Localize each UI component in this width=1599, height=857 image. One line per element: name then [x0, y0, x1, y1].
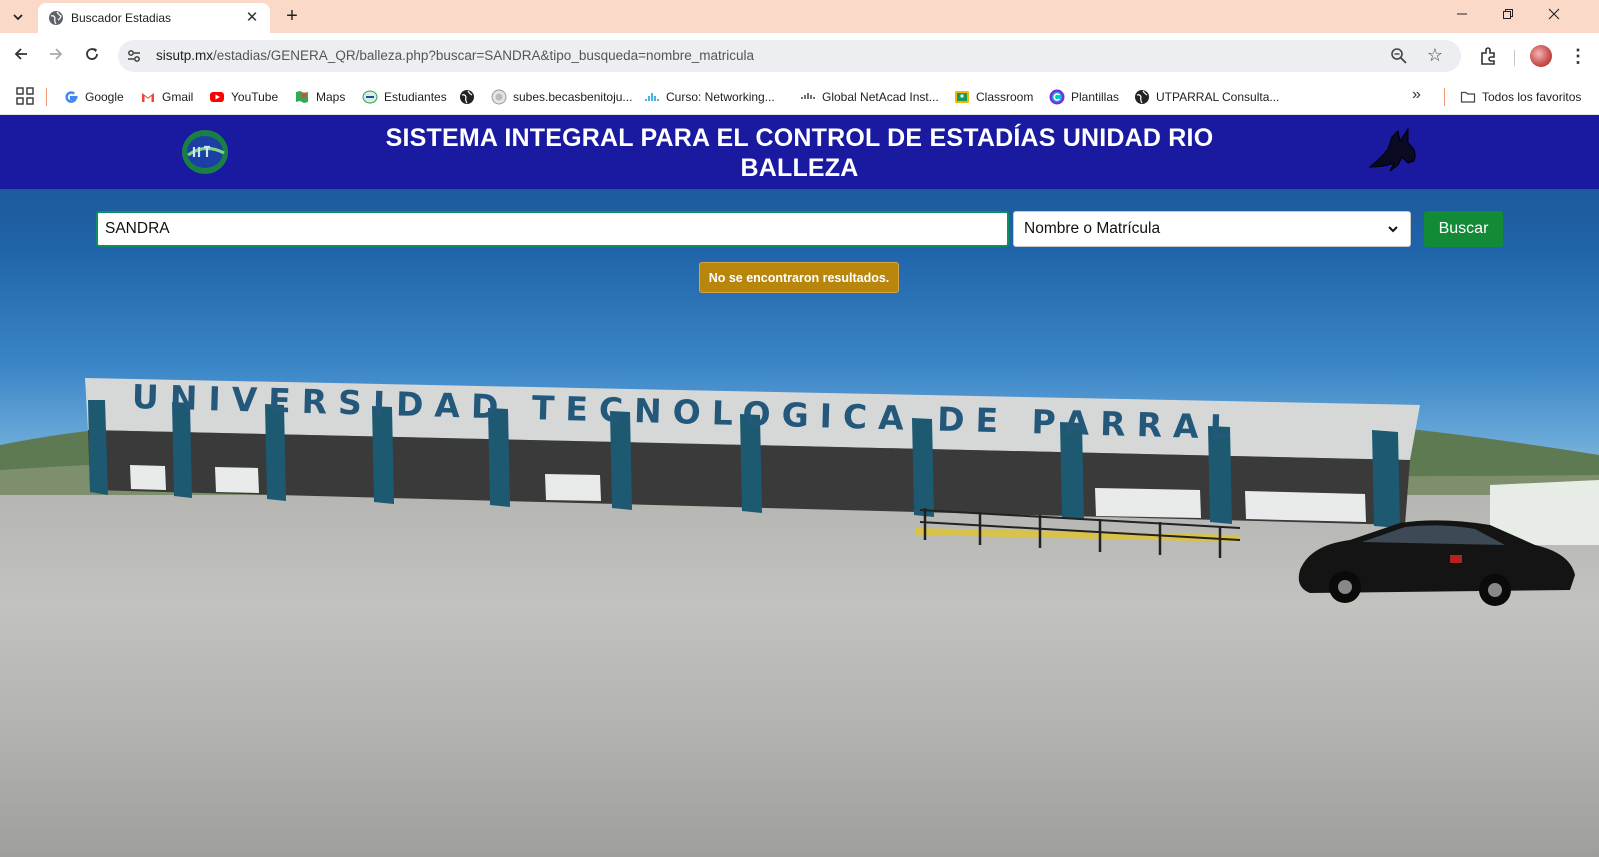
address-bar[interactable]: sisutp.mx/estadias/GENERA_QR/balleza.php…	[118, 40, 1461, 72]
tab-title: Buscador Estadias	[71, 11, 172, 25]
close-window-button[interactable]	[1531, 0, 1577, 30]
back-button[interactable]	[7, 42, 35, 70]
tab-search-button[interactable]	[6, 5, 30, 29]
close-tab-icon[interactable]: ✕	[242, 8, 262, 28]
bookmark-label: Google	[85, 90, 124, 104]
browser-menu-icon[interactable]: ⋮	[1567, 43, 1589, 69]
search-button[interactable]: Buscar	[1424, 211, 1503, 247]
globe-icon	[460, 90, 474, 104]
bookmark-youtube[interactable]: YouTube	[209, 86, 278, 108]
extensions-icon[interactable]	[1478, 45, 1500, 67]
search-type-select[interactable]: Nombre o Matrícula	[1013, 211, 1411, 247]
bookmark-curso-networking[interactable]: Curso: Networking...	[644, 86, 775, 108]
bookmark-star-icon[interactable]: ☆	[1427, 45, 1443, 66]
bookmark-label: Plantillas	[1071, 90, 1120, 104]
bookmark-gmail[interactable]: Gmail	[140, 86, 193, 108]
bookmark-plantillas[interactable]: Plantillas	[1049, 86, 1119, 108]
url-text: sisutp.mx/estadias/GENERA_QR/balleza.php…	[156, 48, 754, 63]
wolf-logo	[1368, 127, 1416, 172]
toolbar-divider	[1514, 50, 1515, 66]
maps-icon	[296, 91, 308, 103]
forward-button[interactable]	[42, 42, 70, 70]
new-tab-button[interactable]: +	[280, 4, 304, 28]
bookmark-label: subes.becasbenitoju...	[513, 90, 633, 104]
bookmark-label: UTPARRAL Consulta...	[1156, 90, 1280, 104]
reload-button[interactable]	[78, 42, 106, 70]
canva-icon	[1049, 89, 1065, 105]
tab-strip: Buscador Estadias ✕ +	[0, 0, 1599, 33]
utp-logo	[182, 130, 228, 174]
url-path: /estadias/GENERA_QR/balleza.php?buscar=S…	[213, 48, 755, 63]
chevron-down-icon	[13, 14, 23, 21]
url-host: sisutp.mx	[156, 48, 214, 63]
arrow-left-icon	[14, 48, 27, 60]
bookmark-subes[interactable]: subes.becasbenitoju...	[491, 86, 632, 108]
profile-avatar[interactable]	[1530, 45, 1552, 67]
bookmark-estudiantes[interactable]: Estudiantes	[362, 86, 447, 108]
reload-icon	[86, 48, 98, 60]
cisco-icon	[801, 93, 815, 99]
cisco-icon	[645, 93, 659, 101]
search-input[interactable]	[96, 211, 1009, 247]
gmail-icon	[142, 93, 154, 102]
zoom-icon[interactable]	[1389, 46, 1409, 66]
bookmark-label: Estudiantes	[384, 90, 447, 104]
minimize-icon	[1457, 13, 1467, 15]
close-icon	[1548, 8, 1560, 20]
youtube-icon	[210, 92, 224, 102]
bookmark-label: Curso: Networking...	[666, 90, 775, 104]
parked-car	[1298, 520, 1575, 606]
search-type-selected: Nombre o Matrícula	[1024, 220, 1161, 237]
browser-toolbar: sisutp.mx/estadias/GENERA_QR/balleza.php…	[0, 33, 1599, 79]
bookmark-global-netacad[interactable]: Global NetAcad Inst...	[800, 86, 939, 108]
no-results-alert: No se encontraron resultados.	[699, 262, 899, 293]
bookmark-label: Classroom	[976, 90, 1034, 104]
more-bookmarks-icon[interactable]: »	[1412, 86, 1421, 104]
bookmark-label: YouTube	[231, 90, 279, 104]
seal-icon	[491, 89, 507, 105]
globe-icon	[49, 11, 63, 25]
bookmark-label: Global NetAcad Inst...	[822, 90, 939, 104]
bookmark-label: Maps	[316, 90, 346, 104]
restore-button[interactable]	[1485, 0, 1531, 30]
active-tab[interactable]: Buscador Estadias ✕	[38, 3, 270, 33]
bookmarks-bar: Google Gmail YouTube Maps Estudiantes su…	[0, 79, 1599, 115]
google-icon	[65, 91, 78, 103]
bookmark-classroom[interactable]: Classroom	[954, 86, 1033, 108]
utp-icon	[362, 90, 378, 104]
all-bookmarks-folder[interactable]: Todos los favoritos	[1460, 86, 1581, 108]
all-bookmarks-label: Todos los favoritos	[1482, 90, 1582, 104]
bookmark-utparral[interactable]: UTPARRAL Consulta...	[1134, 86, 1279, 108]
bookmark-globe[interactable]	[459, 86, 481, 108]
folder-icon	[1460, 91, 1476, 103]
bookmarks-divider	[1444, 88, 1445, 106]
bookmark-maps[interactable]: Maps	[294, 86, 345, 108]
classroom-icon	[955, 91, 969, 103]
apps-grid-icon[interactable]	[16, 87, 34, 105]
site-settings-icon[interactable]	[126, 48, 142, 64]
page-content: UNIVERSIDAD TECNOLOGICA DE PARRAL SISTEM…	[0, 115, 1599, 857]
minimize-button[interactable]	[1439, 0, 1485, 30]
bookmark-google[interactable]: Google	[63, 86, 124, 108]
railing	[920, 508, 1241, 558]
bookmark-label: Gmail	[162, 90, 194, 104]
chevron-down-icon	[1388, 226, 1398, 233]
page-title: SISTEMA INTEGRAL PARA EL CONTROL DE ESTA…	[385, 124, 1214, 182]
arrow-right-icon	[50, 48, 63, 60]
globe-icon	[1135, 90, 1149, 104]
restore-icon	[1503, 9, 1513, 19]
bookmarks-divider	[46, 88, 47, 106]
site-header: SISTEMA INTEGRAL PARA EL CONTROL DE ESTA…	[0, 115, 1599, 189]
